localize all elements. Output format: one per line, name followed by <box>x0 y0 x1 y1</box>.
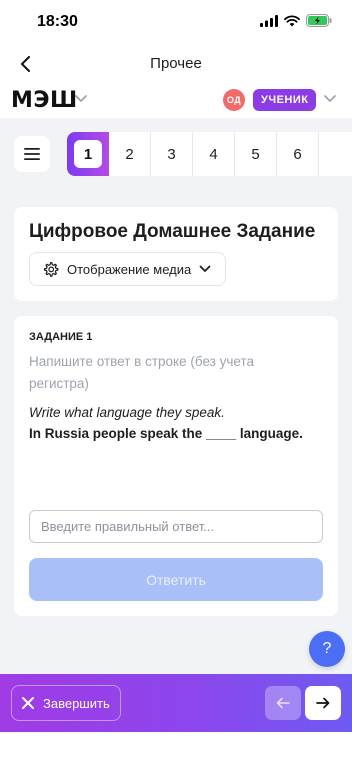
chevron-down-icon[interactable] <box>323 94 337 104</box>
task-tab-6[interactable]: 6 <box>277 132 319 176</box>
avatar[interactable]: ОД <box>223 89 245 111</box>
arrow-right-icon <box>316 697 330 709</box>
role-badge[interactable]: УЧЕНИК <box>253 89 317 111</box>
nav-bar: Прочее <box>0 44 352 84</box>
bottom-bar: Завершить <box>0 674 352 732</box>
task-instruction: Write what language they speak. <box>29 405 225 420</box>
close-icon <box>22 697 34 709</box>
task-tab-3[interactable]: 3 <box>151 132 193 176</box>
task-hint: Напишите ответ в строке (без учета регис… <box>29 354 254 391</box>
previous-task-button[interactable] <box>265 686 301 720</box>
task-tab-more[interactable] <box>319 132 352 176</box>
homework-title: Цифровое Домашнее Задание <box>29 221 316 242</box>
status-time: 18:30 <box>37 13 78 30</box>
help-button[interactable]: ? <box>309 631 345 667</box>
arrow-left-icon <box>276 697 290 709</box>
task-label: ЗАДАНИЕ 1 <box>29 331 93 343</box>
home-indicator-area <box>0 732 352 763</box>
media-display-button[interactable]: Отображение медиа <box>29 252 227 286</box>
gear-icon <box>43 261 59 277</box>
battery-icon <box>306 14 332 27</box>
task-tab-2[interactable]: 2 <box>109 132 151 176</box>
task-navigation: 1 2 3 4 5 6 <box>0 132 352 176</box>
task-tab-1[interactable]: 1 <box>67 132 109 176</box>
signal-icon <box>260 14 278 27</box>
answer-input[interactable] <box>29 510 323 543</box>
finish-label: Завершить <box>43 695 110 711</box>
menu-button[interactable] <box>14 136 50 172</box>
task-sentence: In Russia people speak the ____ language… <box>29 426 303 441</box>
chevron-down-icon[interactable] <box>74 94 88 104</box>
submit-answer-button[interactable]: Ответить <box>29 558 323 601</box>
chevron-down-icon <box>199 265 211 272</box>
task-tab-5[interactable]: 5 <box>235 132 277 176</box>
wifi-icon <box>284 14 300 26</box>
finish-button[interactable]: Завершить <box>11 685 121 721</box>
app-logo[interactable]: МЭШ <box>11 88 78 113</box>
next-task-button[interactable] <box>305 686 341 720</box>
status-icons <box>260 14 332 27</box>
menu-icon <box>24 148 40 160</box>
page-title: Прочее <box>150 55 202 72</box>
media-display-label: Отображение медиа <box>67 261 192 277</box>
task-tabs: 1 2 3 4 5 6 <box>67 132 352 176</box>
task-tab-4[interactable]: 4 <box>193 132 235 176</box>
status-bar: 18:30 <box>0 0 352 44</box>
homework-card: Цифровое Домашнее Задание Отображение ме… <box>14 207 338 301</box>
app-header: МЭШ ОД УЧЕНИК <box>0 84 352 118</box>
task-card: ЗАДАНИЕ 1 Напишите ответ в строке (без у… <box>14 316 338 616</box>
